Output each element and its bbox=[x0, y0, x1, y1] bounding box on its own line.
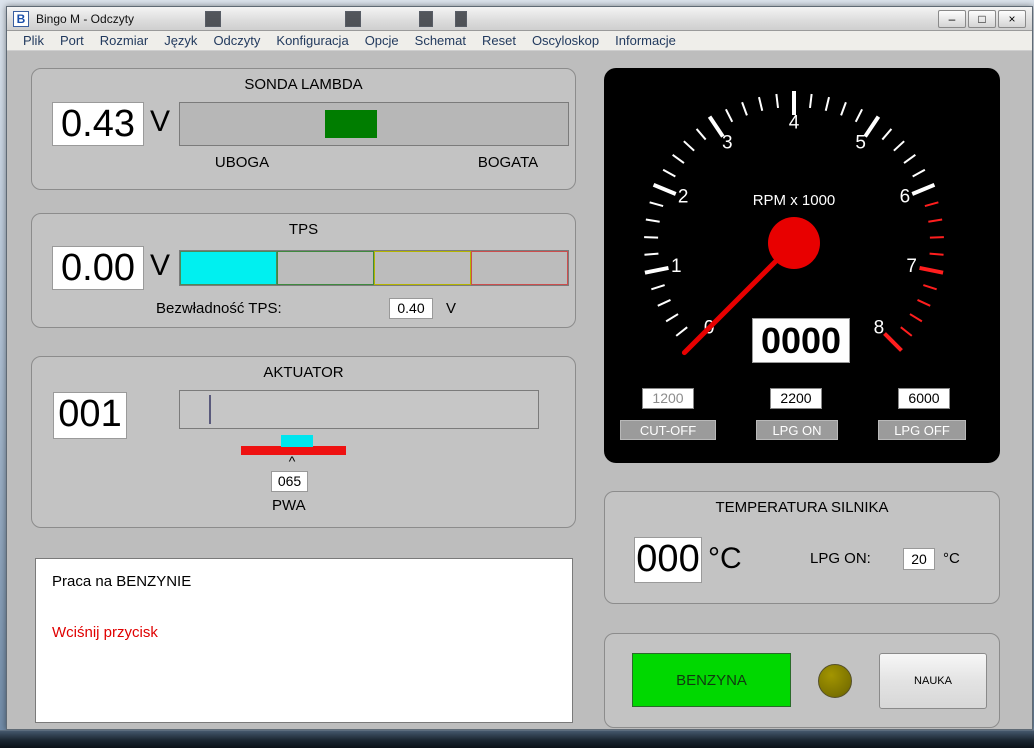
tps-segment-3 bbox=[374, 251, 471, 285]
app-icon: B bbox=[13, 11, 29, 27]
status-line-2: Wciśnij przycisk bbox=[52, 624, 556, 641]
actuator-caret: ^ bbox=[277, 453, 307, 469]
temperature-unit: °C bbox=[708, 542, 742, 576]
menu-bar: Plik Port Rozmiar Język Odczyty Konfigur… bbox=[7, 31, 1032, 51]
status-led bbox=[818, 664, 852, 698]
rpm-digital-display: 0000 bbox=[752, 318, 850, 363]
tps-value-display: 0.00 bbox=[52, 246, 144, 290]
lpg-temp-unit: °C bbox=[943, 550, 960, 567]
lambda-unit: V bbox=[150, 105, 170, 139]
svg-text:2: 2 bbox=[678, 187, 689, 208]
actuator-value-display: 001 bbox=[53, 392, 127, 439]
lambda-panel: SONDA LAMBDA 0.43 V UBOGA BOGATA bbox=[31, 68, 576, 190]
lambda-indicator-block bbox=[325, 110, 377, 138]
background-window-fragment bbox=[419, 11, 433, 27]
status-message-box: Praca na BENZYNIE Wciśnij przycisk bbox=[35, 558, 573, 723]
close-button[interactable]: × bbox=[998, 10, 1026, 28]
svg-text:5: 5 bbox=[855, 133, 866, 154]
actuator-panel: AKTUATOR 001 ^ 065 PWA bbox=[31, 356, 576, 528]
temperature-title: TEMPERATURA SILNIKA bbox=[605, 492, 999, 516]
temperature-panel: TEMPERATURA SILNIKA 000 °C LPG ON: 20 °C bbox=[604, 491, 1000, 604]
lambda-value-display: 0.43 bbox=[52, 102, 144, 146]
title-bar[interactable]: B Bingo M - Odczyty – □ × bbox=[7, 7, 1032, 31]
rpm-gauge-panel: 012345678 RPM x 1000 0000 1200 2200 6000… bbox=[604, 68, 1000, 463]
background-window-fragment bbox=[455, 11, 467, 27]
lpg-on-temp-label: LPG ON: bbox=[810, 550, 871, 567]
actuator-pwa-value: 065 bbox=[271, 471, 308, 492]
lpg-off-label: LPG OFF bbox=[878, 420, 966, 440]
cutoff-rpm-input[interactable]: 1200 bbox=[642, 388, 694, 409]
status-line-1: Praca na BENZYNIE bbox=[52, 573, 556, 590]
temperature-value-display: 000 bbox=[634, 537, 702, 583]
taskbar[interactable] bbox=[0, 730, 1034, 748]
lpg-off-rpm-input[interactable]: 6000 bbox=[898, 388, 950, 409]
svg-text:7: 7 bbox=[906, 256, 917, 277]
menu-item-konfiguracja[interactable]: Konfiguracja bbox=[268, 33, 356, 48]
menu-item-odczyty[interactable]: Odczyty bbox=[205, 33, 268, 48]
menu-item-schemat[interactable]: Schemat bbox=[407, 33, 474, 48]
fuel-panel: BENZYNA NAUKA bbox=[604, 633, 1000, 728]
actuator-pwa-label: PWA bbox=[272, 497, 306, 514]
tps-segment-4 bbox=[471, 251, 568, 285]
tps-segment-1 bbox=[180, 251, 277, 285]
background-window-fragment bbox=[345, 11, 361, 27]
window-title: Bingo M - Odczyty bbox=[36, 12, 134, 26]
lambda-title: SONDA LAMBDA bbox=[32, 69, 575, 93]
tps-unit: V bbox=[150, 249, 170, 283]
minimize-button[interactable]: – bbox=[938, 10, 966, 28]
background-window-fragment bbox=[205, 11, 221, 27]
lpg-on-label: LPG ON bbox=[756, 420, 838, 440]
actuator-cursor bbox=[209, 395, 211, 424]
svg-text:4: 4 bbox=[789, 113, 800, 134]
menu-item-oscyloskop[interactable]: Oscyloskop bbox=[524, 33, 607, 48]
menu-item-reset[interactable]: Reset bbox=[474, 33, 524, 48]
svg-text:8: 8 bbox=[874, 317, 885, 338]
window-controls: – □ × bbox=[938, 10, 1026, 28]
actuator-bar bbox=[179, 390, 539, 429]
tps-segment-2 bbox=[277, 251, 374, 285]
tps-title: TPS bbox=[32, 214, 575, 238]
svg-text:1: 1 bbox=[671, 256, 682, 277]
client-area: SONDA LAMBDA 0.43 V UBOGA BOGATA TPS 0.0… bbox=[7, 51, 1032, 729]
actuator-cyan-marker bbox=[281, 435, 313, 447]
lambda-lean-label: UBOGA bbox=[182, 154, 302, 171]
tps-panel: TPS 0.00 V Bezwładność TPS: 0.40 V bbox=[31, 213, 576, 328]
tps-bar bbox=[179, 250, 569, 286]
menu-item-informacje[interactable]: Informacje bbox=[607, 33, 684, 48]
menu-item-port[interactable]: Port bbox=[52, 33, 92, 48]
benzyna-button[interactable]: BENZYNA bbox=[632, 653, 791, 707]
actuator-title: AKTUATOR bbox=[32, 357, 575, 381]
menu-item-opcje[interactable]: Opcje bbox=[357, 33, 407, 48]
svg-text:6: 6 bbox=[900, 187, 911, 208]
menu-item-plik[interactable]: Plik bbox=[15, 33, 52, 48]
rpm-gauge-label: RPM x 1000 bbox=[694, 192, 894, 209]
tps-inertia-label: Bezwładność TPS: bbox=[156, 300, 282, 317]
tps-inertia-input[interactable]: 0.40 bbox=[389, 298, 433, 319]
cutoff-label: CUT-OFF bbox=[620, 420, 716, 440]
lpg-on-rpm-input[interactable]: 2200 bbox=[770, 388, 822, 409]
app-window: B Bingo M - Odczyty – □ × Plik Port Rozm… bbox=[6, 6, 1033, 730]
tps-inertia-unit: V bbox=[446, 300, 456, 317]
lpg-temp-input[interactable]: 20 bbox=[903, 548, 935, 570]
menu-item-jezyk[interactable]: Język bbox=[156, 33, 205, 48]
menu-item-rozmiar[interactable]: Rozmiar bbox=[92, 33, 156, 48]
lambda-bar bbox=[179, 102, 569, 146]
svg-text:3: 3 bbox=[722, 133, 733, 154]
nauka-button[interactable]: NAUKA bbox=[879, 653, 987, 709]
maximize-button[interactable]: □ bbox=[968, 10, 996, 28]
lambda-rich-label: BOGATA bbox=[448, 154, 568, 171]
